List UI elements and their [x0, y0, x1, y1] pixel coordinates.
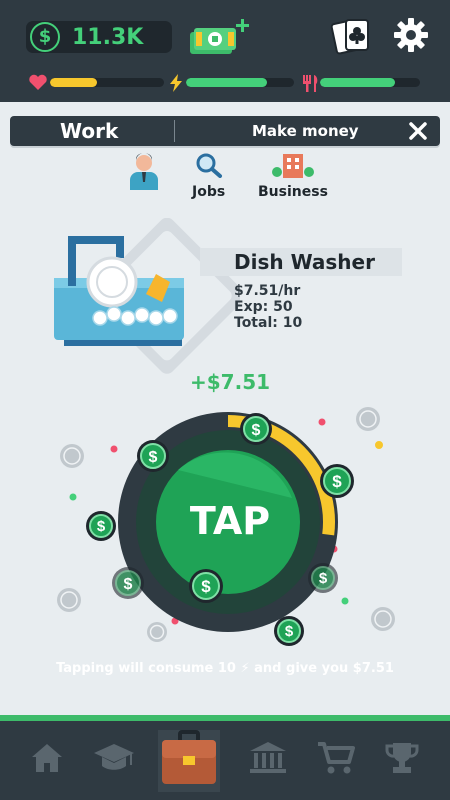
- svg-text:$: $: [149, 449, 158, 466]
- page-subtitle: Make money: [252, 122, 359, 140]
- business-label: Business: [258, 184, 328, 200]
- building-icon: [271, 154, 314, 178]
- svg-text:$: $: [285, 623, 294, 640]
- nav-business[interactable]: Business: [258, 152, 328, 200]
- food-icon: [303, 75, 318, 92]
- settings-gear-icon[interactable]: [392, 16, 430, 54]
- header-divider: [174, 120, 175, 142]
- food-bar: [320, 78, 420, 87]
- dollar-icon: $: [30, 22, 60, 52]
- dish-washer-illustration: [54, 218, 240, 374]
- job-exp: Exp: 50: [234, 299, 293, 315]
- nav-jobs[interactable]: Jobs: [192, 152, 225, 200]
- energy-icon: [170, 74, 182, 92]
- job-rate: $7.51/hr: [234, 283, 301, 299]
- briefcase-icon: [162, 730, 216, 784]
- education-icon[interactable]: [92, 740, 136, 774]
- bank-icon[interactable]: [248, 740, 288, 774]
- svg-text:$: $: [201, 577, 211, 596]
- shop-cart-icon[interactable]: [316, 740, 356, 776]
- page-title: Work: [60, 119, 119, 143]
- earn-amount: +$7.51: [190, 370, 271, 394]
- jobs-label: Jobs: [192, 184, 226, 200]
- trophy-icon[interactable]: [384, 740, 420, 776]
- svg-text:$: $: [97, 518, 106, 535]
- heart-icon: [29, 74, 47, 90]
- search-icon: [196, 153, 222, 178]
- cards-icon[interactable]: [330, 16, 374, 56]
- svg-text:$: $: [319, 570, 328, 587]
- section-header: Work Make money: [10, 116, 440, 146]
- svg-text:$: $: [332, 472, 342, 491]
- job-total: Total: 10: [234, 315, 303, 331]
- svg-text:$: $: [124, 576, 133, 593]
- buy-cash-icon[interactable]: [186, 18, 250, 56]
- nav-worker[interactable]: [126, 152, 162, 196]
- tap-label[interactable]: TAP: [150, 496, 310, 546]
- bottom-nav: [0, 721, 450, 800]
- work-tab-active[interactable]: [158, 730, 220, 792]
- money-value: 11.3K: [72, 25, 144, 50]
- svg-text:$: $: [252, 422, 261, 439]
- worker-icon: [130, 153, 158, 190]
- close-icon[interactable]: [408, 121, 428, 141]
- tap-hint: Tapping will consume 10 ⚡ and give you $…: [56, 661, 394, 676]
- job-title: Dish Washer: [234, 250, 375, 274]
- energy-bar: [186, 78, 294, 87]
- health-bar: [50, 78, 164, 87]
- home-icon[interactable]: [30, 742, 64, 774]
